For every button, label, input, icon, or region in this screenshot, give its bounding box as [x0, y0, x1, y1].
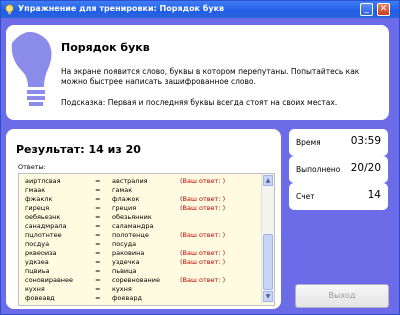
answer-note: (Ваш ответ: ): [180, 249, 226, 257]
answer-equals: =: [95, 204, 101, 212]
scroll-down-icon[interactable]: ▼: [263, 291, 273, 302]
exercise-title: Порядок букв: [61, 41, 150, 54]
scroll-up-icon[interactable]: ▲: [263, 175, 273, 186]
answer-scrambled: рквеоиза: [25, 249, 57, 257]
answer-row: гиреця = греция (Ваш ответ: ): [19, 204, 259, 213]
title-bar[interactable]: Упражнение для тренировки: Порядок букв …: [1, 1, 399, 18]
answer-word: кухня: [112, 285, 132, 293]
answer-equals: =: [95, 222, 101, 230]
answer-row: санадмрала = саламандра: [19, 222, 259, 231]
answer-scrambled: пцлотнтее: [25, 231, 62, 239]
score-label: Счет: [296, 192, 315, 201]
lightbulb-icon: [11, 31, 52, 106]
answer-note: (Ваш ответ: ): [180, 258, 226, 266]
window-title: Упражнение для тренировки: Порядок букв: [18, 4, 225, 13]
answer-row: пцвиьа = пьвица: [19, 267, 259, 276]
answer-word: греция: [112, 204, 137, 212]
answer-scrambled: гмаак: [25, 186, 46, 194]
answers-label: Ответы:: [18, 163, 46, 171]
answer-equals: =: [95, 249, 101, 257]
answer-row: соновиравнее = соревнование (Ваш ответ: ): [19, 276, 259, 285]
answer-equals: =: [95, 276, 101, 284]
answer-equals: =: [95, 186, 101, 194]
exit-button[interactable]: Выход: [295, 284, 389, 308]
answer-row: фовеавд = фоевард: [19, 294, 259, 303]
answer-row: пцлотнтее = полотенце (Ваш ответ: ): [19, 231, 259, 240]
answer-note: (Ваш ответ: ): [180, 276, 226, 284]
exercise-hint: Подсказка: Первая и последняя буквы всег…: [61, 98, 338, 107]
answer-word: пьвица: [112, 267, 137, 275]
score-value: 14: [367, 189, 381, 201]
minimize-button[interactable]: _: [360, 3, 373, 16]
answer-row: фжаклк = флажок (Ваш ответ: ): [19, 195, 259, 204]
answer-row: аиртлсвая = австралия (Ваш ответ: ): [19, 177, 259, 186]
answer-word: фоевард: [112, 294, 142, 302]
answer-equals: =: [95, 258, 101, 266]
answer-scrambled: фовеавд: [25, 294, 55, 302]
time-label: Время: [296, 138, 321, 147]
app-window: Упражнение для тренировки: Порядок букв …: [0, 0, 400, 315]
answer-note: (Ваш ответ: ): [180, 195, 226, 203]
answer-scrambled: санадмрала: [25, 222, 67, 230]
answer-scrambled: пцвиьа: [25, 267, 50, 275]
answer-scrambled: удкзеа: [25, 258, 49, 266]
answer-scrambled: соновиравнее: [25, 276, 74, 284]
answer-equals: =: [95, 213, 101, 221]
answer-row: посдуа = посуда: [19, 240, 259, 249]
answer-row: кухня = кухня: [19, 285, 259, 294]
answer-equals: =: [95, 294, 101, 302]
answer-note: (Ваш ответ: ): [180, 204, 226, 212]
answer-word: соревнование: [112, 276, 161, 284]
score-stat: Счет 14: [289, 183, 388, 210]
result-title: Результат: 14 из 20: [16, 143, 141, 156]
answer-scrambled: посдуа: [25, 240, 50, 248]
answer-word: посуда: [112, 240, 137, 248]
answers-list[interactable]: аиртлсвая = австралия (Ваш ответ: ) гмаак = га…: [18, 173, 275, 306]
answer-word: уздечка: [112, 258, 140, 266]
answer-row: удкзеа = уздечка (Ваш ответ: ): [19, 258, 259, 267]
done-stat: Выполнено 20/20: [289, 156, 388, 183]
answer-scrambled: гиреця: [25, 204, 50, 212]
answer-word: полотенце: [112, 231, 149, 239]
answer-equals: =: [95, 285, 101, 293]
app-lightbulb-icon: [5, 4, 14, 15]
answer-note: (Ваш ответ: ): [180, 231, 226, 239]
answer-equals: =: [95, 177, 101, 185]
answers-scrollbar[interactable]: ▲ ▼: [261, 174, 274, 303]
time-value: 03:59: [350, 135, 381, 147]
answer-row: гмаак = гамак: [19, 186, 259, 195]
answer-word: австралия: [112, 177, 148, 185]
answer-row: оебяьезнк = обезьянник: [19, 213, 259, 222]
answer-equals: =: [95, 240, 101, 248]
answer-word: саламандра: [112, 222, 154, 230]
answer-scrambled: оебяьезнк: [25, 213, 61, 221]
answer-scrambled: фжаклк: [25, 195, 53, 203]
scroll-thumb[interactable]: [263, 234, 273, 290]
answer-equals: =: [95, 195, 101, 203]
answer-equals: =: [95, 231, 101, 239]
answer-word: флажок: [112, 195, 140, 203]
done-label: Выполнено: [296, 165, 341, 174]
answer-note: (Ваш ответ: ): [180, 177, 226, 185]
done-value: 20/20: [350, 162, 381, 174]
answer-word: обезьянник: [112, 213, 152, 221]
answer-scrambled: кухня: [25, 285, 45, 293]
answer-word: раковина: [112, 249, 145, 257]
answer-row: рквеоиза = раковина (Ваш ответ: ): [19, 249, 259, 258]
close-button[interactable]: ✕: [377, 3, 390, 16]
answer-equals: =: [95, 267, 101, 275]
intro-panel: Порядок букв На экране появится слово, б…: [6, 25, 389, 120]
answer-scrambled: аиртлсвая: [25, 177, 61, 185]
exercise-description: На экране появится слово, буквы в которо…: [61, 67, 360, 86]
time-stat: Время 03:59: [289, 129, 388, 156]
result-panel: Результат: 14 из 20 Ответы: аиртлсвая = ав…: [6, 129, 281, 309]
answer-word: гамак: [112, 186, 133, 194]
